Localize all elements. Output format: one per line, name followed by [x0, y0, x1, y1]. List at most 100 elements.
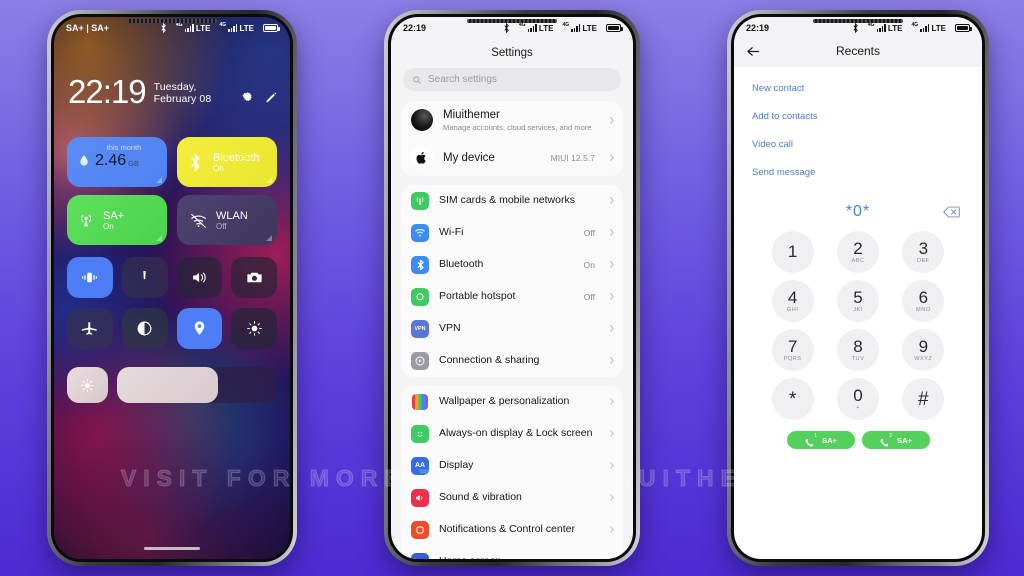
chevron-right-icon — [606, 398, 615, 406]
settings-row-sim-cards[interactable]: SIM cards & mobile networks — [401, 185, 623, 217]
bluetooth-icon — [161, 23, 166, 33]
carrier-label: SA+ | SA+ — [66, 23, 110, 33]
quick-link-send-message[interactable]: Send message — [752, 159, 964, 187]
dialpad-key-8[interactable]: 8 TUV — [836, 329, 879, 371]
toggle-flashlight[interactable] — [121, 257, 168, 298]
home-indicator[interactable] — [144, 547, 200, 550]
resize-corner — [156, 235, 162, 241]
airplane-icon — [82, 322, 97, 335]
dialpad-key-7[interactable]: 7 PQRS — [771, 329, 814, 371]
settings-row-hotspot[interactable]: Portable hotspot Off — [401, 281, 623, 313]
chevron-right-icon — [606, 526, 615, 534]
page-title: Settings — [491, 47, 533, 59]
location-pin-icon — [194, 321, 205, 335]
control-center-toggles — [67, 257, 277, 349]
chevron-right-icon — [606, 494, 615, 502]
sim1-signal: 4G LTE — [175, 22, 211, 33]
settings-row-miuithemer[interactable]: Miuithemer Manage accounts, cloud servic… — [401, 101, 623, 140]
chevron-right-icon — [606, 430, 615, 438]
hotspot-icon — [411, 287, 429, 306]
quick-link-add-to-contacts[interactable]: Add to contacts — [752, 103, 964, 131]
chevron-right-icon — [606, 357, 615, 365]
phone-dialer: 22:19 4G LTE 4G LTE Recents New contact … — [727, 10, 989, 566]
signal-tower-icon — [411, 191, 429, 210]
settings-row-my-device[interactable]: My device MIUI 12.5.7 — [401, 140, 623, 176]
call-button-sim1[interactable]: 1 SA+ — [786, 431, 855, 449]
widget-wlan[interactable]: WLAN Off — [177, 195, 277, 245]
aod-icon — [411, 424, 429, 443]
toggle-airplane-mode[interactable] — [67, 308, 113, 349]
quick-link-video-call[interactable]: Video call — [752, 131, 964, 159]
resize-corner — [266, 235, 272, 241]
phone-icon: 1 — [804, 433, 817, 447]
dialpad-key-9[interactable]: 9 WXYZ — [902, 329, 945, 371]
widget-bluetooth[interactable]: Bluetooth On — [177, 137, 277, 187]
contrast-icon — [137, 321, 152, 336]
quick-link-new-contact[interactable]: New contact — [752, 75, 964, 103]
call-button-sim2[interactable]: 2 SA+ — [861, 431, 930, 449]
dialpad-key-3[interactable]: 3 DEF — [902, 231, 945, 273]
gear-icon[interactable] — [241, 91, 255, 105]
pen-icon[interactable] — [264, 91, 278, 105]
settings-row-vpn[interactable]: VPN VPN — [401, 313, 623, 345]
dialpad-key-5[interactable]: 5 JKI — [836, 280, 879, 322]
notifications-icon — [411, 520, 429, 539]
home-grid-icon — [411, 552, 429, 559]
phone-settings: 22:19 4G LTE 4G LTE Settings Search sett… — [384, 10, 640, 566]
settings-row-home-screen[interactable]: Home screen — [401, 546, 623, 559]
resize-corner — [156, 177, 162, 183]
wallpaper-icon — [411, 392, 429, 411]
sim1-signal: 4G LTE — [867, 22, 903, 33]
toggle-vibrate[interactable] — [67, 257, 113, 298]
chevron-right-icon — [606, 116, 615, 124]
toggle-volume[interactable] — [176, 257, 223, 298]
settings-row-wifi[interactable]: Wi-Fi Off — [401, 217, 623, 249]
speaker-icon — [411, 488, 429, 507]
settings-row-connection-sharing[interactable]: Connection & sharing — [401, 345, 623, 377]
settings-row-display[interactable]: AA Display — [401, 450, 623, 482]
lockscreen-widgets: this month 2.46 GB Bluetooth On SA+ On W… — [67, 137, 277, 245]
sim2-signal: 4G LTE — [562, 22, 597, 33]
sim2-signal: 4G LTE — [911, 22, 946, 33]
settings-row-sound[interactable]: Sound & vibration — [401, 482, 623, 514]
settings-row-aod[interactable]: Always-on display & Lock screen — [401, 418, 623, 450]
bluetooth-icon — [504, 23, 509, 33]
dialpad: 1 2 ABC 3 DEF 4 GHI 5 JKI 6 MNO 7 PQRS 8 TUV 9W… — [734, 227, 982, 420]
call-buttons-row: 1 SA+ 2 SA+ — [734, 420, 982, 449]
clock-time: 22:19 — [68, 73, 147, 110]
widget-data-usage[interactable]: this month 2.46 GB — [67, 137, 167, 187]
backspace-icon[interactable] — [943, 206, 960, 218]
water-drop-icon — [80, 155, 88, 166]
chevron-right-icon — [606, 261, 615, 269]
toggle-reading-mode[interactable] — [231, 308, 277, 349]
quick-actions: New contact Add to contacts Video call S… — [734, 67, 982, 187]
search-icon — [413, 75, 421, 84]
dialpad-key-star[interactable]: * — [771, 378, 814, 420]
settings-row-wallpaper[interactable]: Wallpaper & personalization — [401, 386, 623, 418]
dialpad-key-6[interactable]: 6 MNO — [902, 280, 945, 322]
toggle-dark-mode[interactable] — [121, 308, 168, 349]
dialpad-key-0[interactable]: 0 + — [836, 378, 879, 420]
resize-corner — [266, 177, 272, 183]
dialpad-key-4[interactable]: 4 GHI — [771, 280, 814, 322]
settings-group-personalization: Wallpaper & personalization Always-on di… — [401, 385, 623, 559]
toggle-camera[interactable] — [231, 257, 277, 298]
camera-icon — [247, 272, 262, 283]
search-input[interactable]: Search settings — [403, 68, 621, 91]
settings-row-bluetooth[interactable]: Bluetooth On — [401, 249, 623, 281]
settings-row-notifications[interactable]: Notifications & Control center — [401, 514, 623, 546]
avatar — [411, 109, 433, 132]
display-aa-icon: AA — [411, 456, 429, 475]
dialpad-key-hash[interactable]: # — [902, 378, 945, 420]
brightness-slider[interactable] — [117, 367, 277, 403]
dialpad-key-1[interactable]: 1 — [771, 231, 814, 273]
lockscreen-clock-row: 22:19 Tuesday, February 08 — [68, 75, 278, 108]
widget-sa-plus[interactable]: SA+ On — [67, 195, 167, 245]
wifi-icon — [411, 223, 429, 242]
battery-icon — [606, 24, 623, 32]
chevron-right-icon — [606, 154, 615, 162]
speaker-icon — [193, 272, 206, 283]
auto-brightness-button[interactable] — [67, 367, 108, 403]
dialpad-key-2[interactable]: 2 ABC — [836, 231, 879, 273]
toggle-location[interactable] — [176, 308, 223, 349]
